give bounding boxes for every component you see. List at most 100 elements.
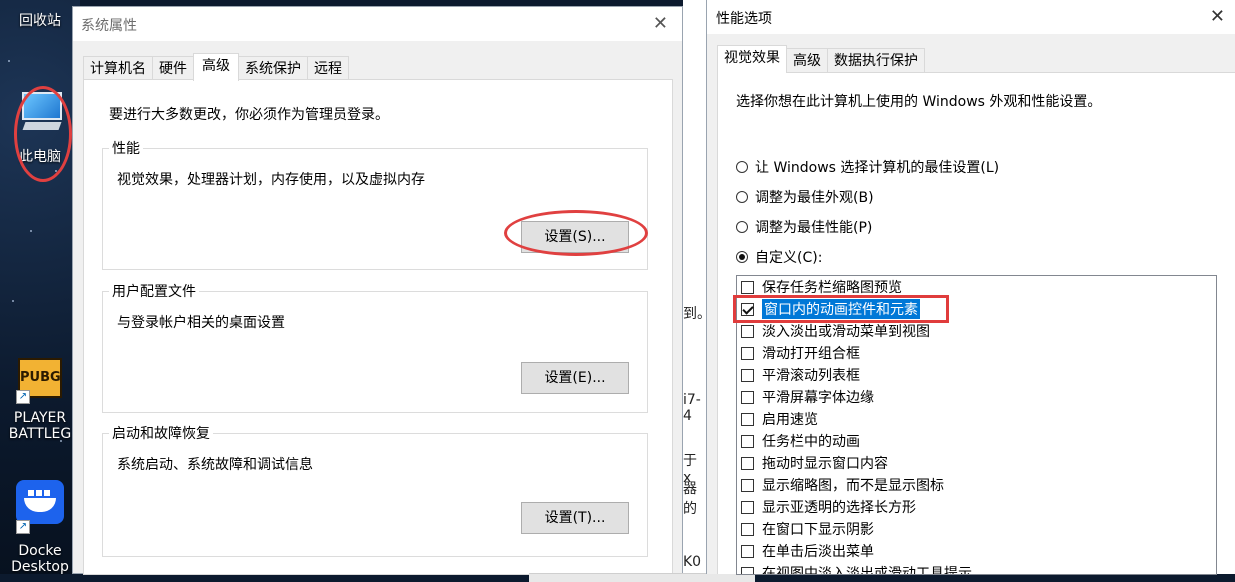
checkbox[interactable] — [741, 412, 754, 426]
desktop-icon-pubg[interactable]: PLAYER BATTLEG — [0, 410, 80, 442]
group-description: 与登录帐户相关的桌面设置 — [117, 315, 285, 331]
group-legend: 启动和故障恢复 — [109, 423, 213, 443]
close-icon[interactable]: ✕ — [653, 13, 668, 34]
background-window: 到。 i7-4 于 x 器的 K0 — [683, 0, 711, 574]
radio-label: 调整为最佳性能(P) — [755, 220, 873, 236]
startup-recovery-settings-button[interactable]: 设置(T)... — [521, 502, 629, 534]
list-item[interactable]: 保存任务栏缩略图预览 — [741, 277, 902, 297]
tab-advanced[interactable]: 高级 — [786, 48, 828, 73]
list-item[interactable]: 拖动时显示窗口内容 — [741, 453, 888, 473]
docker-icon[interactable] — [16, 480, 64, 524]
shortcut-arrow-icon: ↗ — [16, 390, 30, 404]
background-text: i7-4 — [683, 392, 701, 424]
background-text: 器的 — [683, 481, 697, 517]
group-legend: 用户配置文件 — [109, 281, 199, 301]
radio-custom[interactable]: 自定义(C): — [736, 247, 822, 267]
list-item[interactable]: 在视图中淡入淡出或滑动工具提示 — [741, 563, 972, 575]
radio-best-performance[interactable]: 调整为最佳性能(P) — [736, 217, 872, 237]
list-item-label: 拖动时显示窗口内容 — [762, 456, 888, 472]
user-profiles-settings-button[interactable]: 设置(E)... — [521, 362, 629, 394]
list-item-label: 平滑滚动列表框 — [762, 368, 860, 384]
radio-circle — [736, 221, 748, 233]
docker-container-box — [36, 490, 42, 496]
tab-hardware[interactable]: 硬件 — [152, 56, 194, 81]
radio-best-appearance[interactable]: 调整为最佳外观(B) — [736, 187, 874, 207]
desktop-icon-label: Desktop — [11, 559, 69, 575]
list-item[interactable]: 滑动打开组合框 — [741, 343, 860, 363]
tab-remote[interactable]: 远程 — [307, 56, 349, 81]
docker-container-box — [44, 490, 50, 496]
list-item-label: 淡入淡出或滑动菜单到视图 — [762, 324, 930, 340]
list-item[interactable]: 任务栏中的动画 — [741, 431, 860, 451]
checkbox[interactable] — [741, 456, 754, 470]
checkbox[interactable] — [741, 368, 754, 382]
background-text: K0 — [683, 554, 702, 570]
radio-label: 自定义(C): — [755, 250, 823, 266]
docker-whale — [24, 498, 56, 512]
desktop-icon-label: 回收站 — [19, 13, 61, 29]
system-properties-window: 系统属性 ✕ 计算机名 硬件 高级 系统保护 远程 要进行大多数更改，你必须作为… — [72, 6, 755, 582]
title-bar[interactable]: 性能选项 ✕ — [707, 0, 1235, 34]
list-item-label: 任务栏中的动画 — [762, 434, 860, 450]
intro-text: 选择你想在此计算机上使用的 Windows 外观和性能设置。 — [736, 94, 1102, 110]
radio-circle — [736, 191, 748, 203]
shortcut-arrow-icon: ↗ — [16, 520, 30, 534]
list-item-label: 平滑屏幕字体边缘 — [762, 390, 874, 406]
radio-circle — [736, 251, 748, 263]
list-item[interactable]: 启用速览 — [741, 409, 818, 429]
pubg-logo-text: PUBG — [20, 370, 61, 385]
annotation-circle-settings — [504, 210, 648, 256]
checkbox[interactable] — [741, 544, 754, 558]
radio-circle — [736, 161, 748, 173]
performance-options-window: 性能选项 ✕ 视觉效果 高级 数据执行保护 选择你想在此计算机上使用的 Wind… — [706, 0, 1235, 575]
checkbox[interactable] — [741, 434, 754, 448]
star — [30, 230, 32, 232]
close-icon[interactable]: ✕ — [1210, 6, 1225, 27]
docker-container-box — [28, 490, 34, 496]
checkbox[interactable] — [741, 522, 754, 536]
list-item-label: 显示缩略图，而不是显示图标 — [762, 478, 944, 494]
title-bar[interactable]: 系统属性 ✕ — [73, 7, 682, 41]
star — [12, 300, 14, 302]
annotation-circle-this-pc — [14, 86, 72, 182]
tab-panel-visual-effects: 选择你想在此计算机上使用的 Windows 外观和性能设置。 让 Windows… — [717, 72, 1235, 575]
tab-computer-name[interactable]: 计算机名 — [83, 56, 153, 81]
list-item[interactable]: 平滑滚动列表框 — [741, 365, 860, 385]
list-item-label: 滑动打开组合框 — [762, 346, 860, 362]
annotation-highlight-box — [733, 295, 949, 323]
list-item-label: 保存任务栏缩略图预览 — [762, 280, 902, 296]
list-item[interactable]: 显示亚透明的选择长方形 — [741, 497, 916, 517]
tab-advanced[interactable]: 高级 — [193, 53, 239, 81]
list-item[interactable]: 显示缩略图，而不是显示图标 — [741, 475, 944, 495]
checkbox[interactable] — [741, 500, 754, 514]
group-description: 系统启动、系统故障和调试信息 — [117, 457, 313, 473]
list-item[interactable]: 淡入淡出或滑动菜单到视图 — [741, 321, 930, 341]
list-item-label: 在视图中淡入淡出或滑动工具提示 — [762, 566, 972, 575]
admin-note: 要进行大多数更改，你必须作为管理员登录。 — [109, 107, 389, 123]
radio-label: 调整为最佳外观(B) — [755, 190, 874, 206]
tab-panel-advanced: 要进行大多数更改，你必须作为管理员登录。 性能 视觉效果，处理器计划，内存使用，… — [83, 79, 673, 575]
checkbox[interactable] — [741, 478, 754, 492]
desktop-icon-label: PLAYER — [13, 410, 67, 426]
radio-label: 让 Windows 选择计算机的最佳设置(L) — [755, 160, 1000, 176]
group-description: 视觉效果，处理器计划，内存使用，以及虚拟内存 — [117, 172, 425, 188]
desktop-icon-recycle-bin[interactable]: 回收站 — [0, 10, 80, 30]
tab-strip: 计算机名 硬件 高级 系统保护 远程 — [83, 53, 349, 81]
tab-strip: 视觉效果 高级 数据执行保护 — [717, 45, 925, 73]
list-item[interactable]: 在单击后淡出菜单 — [741, 541, 874, 561]
checkbox[interactable] — [741, 324, 754, 338]
desktop-icon-label: BATTLEG — [8, 426, 72, 442]
checkbox[interactable] — [741, 346, 754, 360]
tab-data-execution-prevention[interactable]: 数据执行保护 — [827, 48, 925, 73]
desktop: 回收站 此电脑 PUBG ↗ PLAYER BATTLEG ↗ Docke De… — [0, 0, 80, 575]
window-title: 系统属性 — [81, 18, 137, 34]
window-bottom-edge — [529, 573, 755, 582]
checkbox[interactable] — [741, 390, 754, 404]
tab-system-protection[interactable]: 系统保护 — [238, 56, 308, 81]
desktop-icon-docker[interactable]: Docke Desktop — [0, 543, 80, 575]
list-item[interactable]: 在窗口下显示阴影 — [741, 519, 874, 539]
checkbox[interactable] — [741, 280, 754, 294]
tab-visual-effects[interactable]: 视觉效果 — [717, 45, 787, 73]
radio-let-windows-choose[interactable]: 让 Windows 选择计算机的最佳设置(L) — [736, 157, 999, 177]
list-item[interactable]: 平滑屏幕字体边缘 — [741, 387, 874, 407]
